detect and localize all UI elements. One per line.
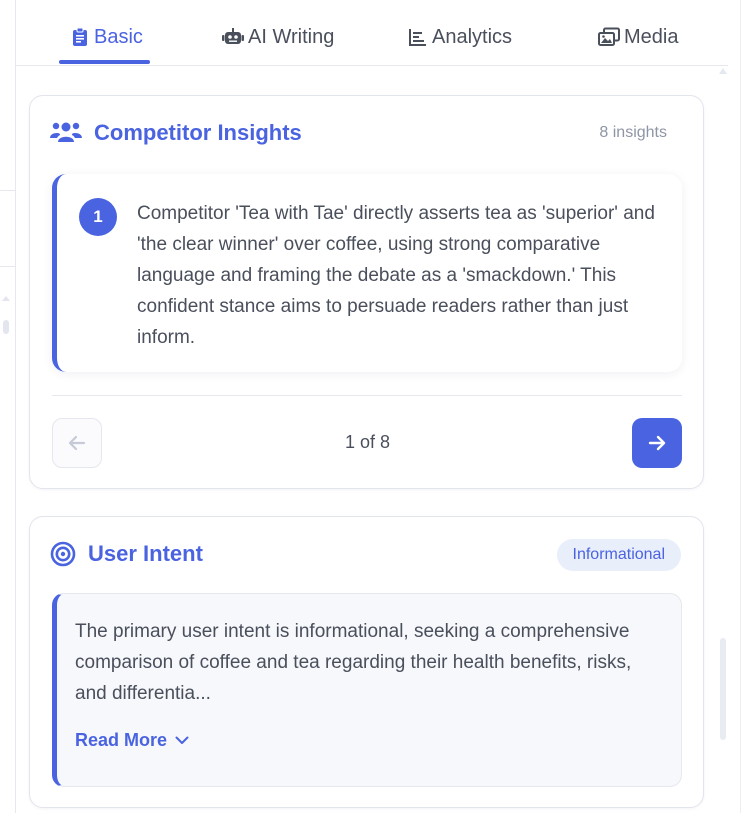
competitor-insights-card: Competitor Insights 8 insights 1 Competi… — [29, 95, 704, 489]
insight-number-badge: 1 — [79, 198, 117, 236]
insight-text: Competitor 'Tea with Tae' directly asser… — [137, 203, 655, 348]
tab-ai-writing[interactable]: AI Writing — [222, 22, 334, 52]
bar-chart-icon — [409, 29, 426, 46]
robot-icon — [222, 28, 244, 44]
tab-basic-label: Basic — [94, 25, 143, 48]
scroll-up-arrow[interactable] — [719, 68, 727, 74]
arrow-right-icon — [648, 435, 666, 451]
target-icon — [50, 541, 76, 567]
scrollbar[interactable] — [716, 66, 730, 746]
tab-bar: Basic AI Writing Analytics Media — [16, 0, 728, 66]
left-scroll-thumb[interactable] — [3, 320, 9, 334]
competitor-insights-header: Competitor Insights — [50, 120, 302, 146]
scroll-thumb[interactable] — [720, 638, 726, 740]
intent-type-badge: Informational — [556, 539, 681, 571]
intent-text: The primary user intent is informational… — [75, 621, 632, 704]
left-divider — [0, 266, 15, 267]
insights-count: 8 insights — [599, 124, 667, 141]
pagination-label: 1 of 8 — [344, 432, 391, 452]
user-intent-header: User Intent — [50, 541, 203, 567]
intent-summary-box: The primary user intent is informational… — [52, 593, 682, 787]
right-panel-edge — [740, 0, 752, 813]
tab-analytics[interactable]: Analytics — [408, 22, 512, 52]
read-more-link[interactable]: Read More — [75, 730, 189, 751]
card-title: Competitor Insights — [94, 120, 302, 145]
divider — [52, 395, 682, 396]
images-icon — [598, 27, 620, 46]
user-intent-card: User Intent Informational The primary us… — [29, 516, 704, 808]
tab-media-label: Media — [624, 25, 679, 48]
card-title: User Intent — [88, 541, 203, 566]
left-scroll-up-arrow[interactable] — [2, 296, 10, 301]
tab-media[interactable]: Media — [598, 22, 678, 52]
users-icon — [50, 122, 82, 142]
chevron-down-icon — [175, 736, 189, 744]
insight-item: 1 Competitor 'Tea with Tae' directly ass… — [52, 174, 682, 372]
left-divider — [0, 190, 15, 191]
next-button[interactable] — [632, 418, 682, 468]
tab-ai-writing-label: AI Writing — [248, 25, 335, 48]
active-tab-indicator — [59, 60, 150, 64]
tab-analytics-label: Analytics — [432, 25, 513, 48]
read-more-label: Read More — [75, 730, 168, 750]
left-panel-edge — [0, 0, 16, 813]
tab-basic[interactable]: Basic — [70, 22, 143, 52]
clipboard-icon — [73, 27, 87, 46]
